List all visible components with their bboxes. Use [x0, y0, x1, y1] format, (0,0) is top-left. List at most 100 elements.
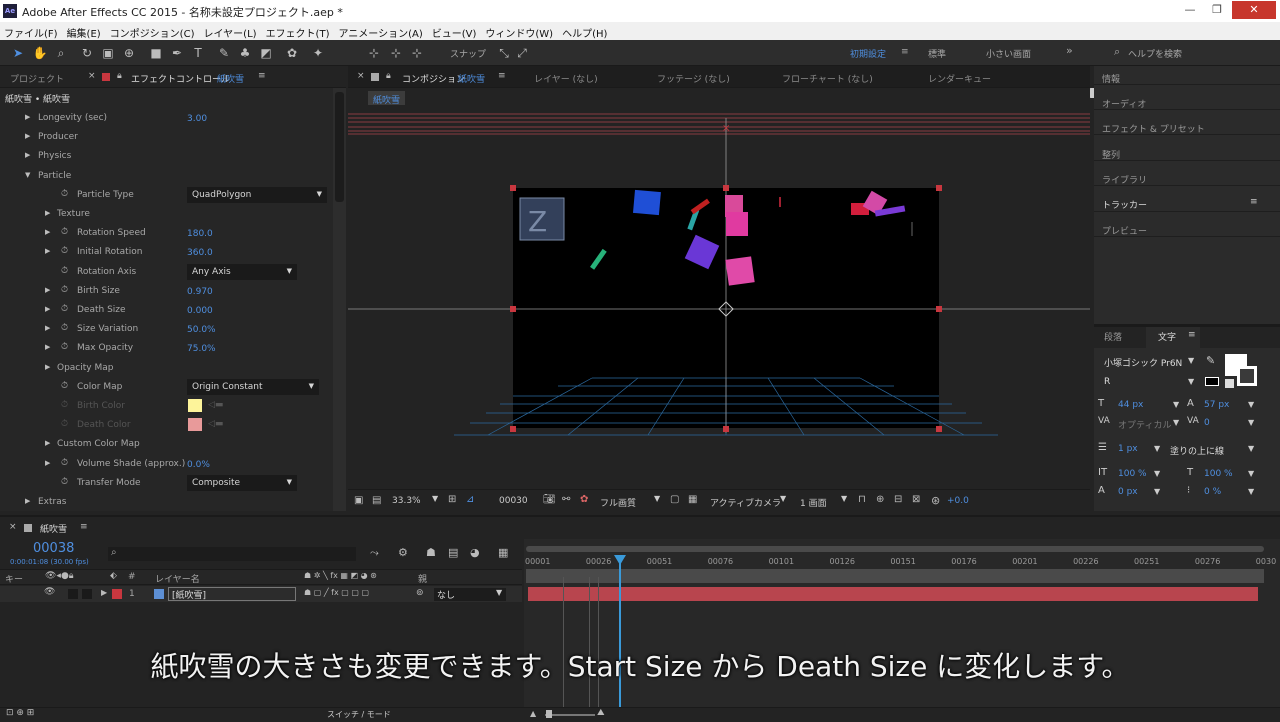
layer-name-field[interactable]: [紙吹雪]	[168, 587, 296, 601]
chevron-down-icon[interactable]: ▼	[1154, 469, 1160, 478]
current-time-display[interactable]: 00030	[499, 496, 528, 506]
text-tool-icon[interactable]: T	[190, 45, 206, 61]
effect-property-row[interactable]: ▶ ⏱ Birth Size 0.970	[0, 282, 332, 301]
chevron-down-icon[interactable]: ▼	[432, 494, 438, 503]
close-button[interactable]: ✕	[1232, 1, 1276, 19]
panel-menu-icon[interactable]: ≡	[1188, 330, 1196, 340]
work-area-bar[interactable]	[526, 569, 1264, 583]
zoom-in-icon[interactable]: ⛰	[597, 708, 605, 718]
expand-triangle-icon[interactable]: ▶	[45, 228, 50, 236]
chevron-down-icon[interactable]: ▼	[841, 494, 847, 503]
menu-animation[interactable]: アニメーション(A)	[334, 22, 427, 40]
stopwatch-icon[interactable]: ⏱	[61, 323, 68, 333]
chevron-down-icon[interactable]: ▼	[1248, 418, 1254, 427]
expand-triangle-icon[interactable]: ▶	[25, 151, 30, 159]
reset-exposure-icon[interactable]: ⊛	[931, 494, 940, 507]
snapshot-icon[interactable]: 📷︎	[543, 494, 556, 505]
effect-property-row[interactable]: ▼ Particle	[0, 167, 332, 186]
workspace-default[interactable]: 初期設定	[850, 47, 886, 60]
composition-viewer[interactable]: × Z	[348, 88, 1090, 488]
stroke-color-swatch[interactable]	[1237, 366, 1257, 386]
tab-flowchart[interactable]: フローチャート (なし)	[782, 72, 873, 85]
zoom-slider-thumb[interactable]	[546, 710, 552, 718]
expand-triangle-icon[interactable]: ▶	[45, 305, 50, 313]
panel-menu-icon[interactable]: ≡	[498, 71, 506, 81]
lock-icon[interactable]: 🔒︎	[386, 71, 391, 81]
stroke-width-value[interactable]: 1 px	[1118, 444, 1138, 454]
minimize-button[interactable]: —	[1177, 1, 1203, 19]
snap-edges-icon[interactable]: ⤡	[496, 45, 512, 61]
scrollbar-track[interactable]	[333, 88, 346, 511]
tab-paragraph[interactable]: 段落	[1104, 330, 1122, 343]
effect-property-value[interactable]: 180.0	[187, 229, 213, 239]
font-family-dropdown[interactable]: 小塚ゴシック Pr6N	[1104, 356, 1182, 369]
selection-tool-icon[interactable]: ➤	[10, 45, 26, 61]
hand-tool-icon[interactable]: ✋	[32, 45, 48, 61]
effect-property-row[interactable]: ⏱ Transfer Mode Composite ▼	[0, 474, 332, 493]
view-axis-icon[interactable]: ⊹	[409, 45, 425, 61]
workspace-menu-icon[interactable]: ≡	[901, 47, 909, 57]
draft-3d-icon[interactable]: ⚙	[398, 546, 408, 559]
shy-layers-icon[interactable]: ☗	[426, 546, 436, 559]
menu-view[interactable]: ビュー(V)	[428, 22, 482, 40]
chevron-down-icon[interactable]: ▼	[1248, 487, 1254, 496]
panel-menu-icon[interactable]: ≡	[1250, 197, 1258, 207]
chevron-down-icon[interactable]: ▼	[1154, 487, 1160, 496]
font-style-dropdown[interactable]: R	[1104, 377, 1110, 387]
stopwatch-icon[interactable]: ⏱	[61, 304, 68, 314]
menu-help[interactable]: ヘルプ(H)	[558, 22, 612, 40]
zoom-slider[interactable]	[545, 714, 595, 716]
effect-property-value[interactable]: 50.0%	[187, 325, 216, 335]
transparency-grid-icon[interactable]: ▦	[688, 494, 697, 505]
chevron-down-icon[interactable]: ▼	[496, 588, 502, 597]
channel-icon[interactable]: ✿	[580, 494, 588, 505]
color-swatch[interactable]	[188, 399, 202, 412]
tracking-value[interactable]: 0	[1204, 418, 1210, 428]
chevron-down-icon[interactable]: ▼	[1188, 356, 1194, 365]
region-of-interest-icon[interactable]: ▤	[372, 495, 381, 506]
layer-duration-bar[interactable]	[528, 587, 1258, 601]
tab-composition[interactable]: コンポジション	[402, 72, 465, 85]
pan-behind-tool-icon[interactable]: ⊕	[121, 45, 137, 61]
effect-property-row[interactable]: ▶ Extras	[0, 493, 332, 512]
camera-dropdown[interactable]: アクティブカメラ	[710, 496, 781, 509]
workspace-standard[interactable]: 標準	[928, 47, 946, 60]
chevron-down-icon[interactable]: ▼	[1248, 469, 1254, 478]
composition-mini-flowchart-icon[interactable]: ⤳	[370, 546, 379, 560]
menu-layer[interactable]: レイヤー(L)	[199, 22, 261, 40]
expand-triangle-icon[interactable]: ▶	[25, 497, 30, 505]
flowchart-icon[interactable]: ⊠	[912, 494, 920, 505]
time-ruler[interactable]: 00001 00026 00051 00076 00101 00126 00151 00176…	[524, 517, 1280, 577]
grid-toggle-icon[interactable]: ⊿	[466, 494, 474, 505]
footer-toggle-icons[interactable]: ⊡ ⊕ ⊞	[6, 708, 34, 718]
expand-triangle-icon[interactable]: ▶	[45, 324, 50, 332]
roto-brush-tool-icon[interactable]: ✿	[284, 45, 300, 61]
effect-property-value[interactable]: 0.0%	[187, 460, 210, 470]
font-size-value[interactable]: 44 px	[1118, 400, 1143, 410]
lock-toggle[interactable]	[82, 589, 92, 599]
graph-editor-icon[interactable]: ▦	[498, 546, 508, 559]
chevron-down-icon[interactable]: ▼	[1248, 444, 1254, 453]
leading-value[interactable]: 57 px	[1204, 400, 1229, 410]
eraser-tool-icon[interactable]: ◩	[258, 45, 274, 61]
effect-property-row[interactable]: ⏱ Rotation Axis Any Axis ▼	[0, 263, 332, 282]
chevron-down-icon[interactable]: ▼	[1248, 400, 1254, 409]
scrollbar-thumb[interactable]	[335, 92, 344, 202]
close-tab-icon[interactable]: ×	[357, 71, 365, 81]
effect-property-value[interactable]: 360.0	[187, 248, 213, 258]
tab-project[interactable]: プロジェクト	[10, 72, 64, 85]
effect-property-row[interactable]: ▶ ⏱ Rotation Speed 180.0	[0, 224, 332, 243]
effect-property-dropdown[interactable]: QuadPolygon ▼	[187, 186, 327, 203]
horizontal-scale-value[interactable]: 100 %	[1204, 469, 1233, 479]
effect-property-row[interactable]: ▶ Physics	[0, 147, 332, 166]
effect-property-row[interactable]: ⏱ Particle Type QuadPolygon ▼	[0, 186, 332, 205]
expand-triangle-icon[interactable]: ▶	[45, 459, 50, 467]
swap-colors-icon[interactable]	[1225, 379, 1234, 388]
eyedropper-icon[interactable]: ◁▬	[208, 400, 223, 410]
effect-property-dropdown[interactable]: Any Axis ▼	[187, 263, 297, 280]
effect-property-row[interactable]: ▶ ⏱ Size Variation 50.0%	[0, 320, 332, 339]
region-icon[interactable]: ▢	[670, 494, 679, 505]
stroke-mode-dropdown[interactable]: 塗りの上に線	[1170, 444, 1224, 457]
close-tab-icon[interactable]: ×	[88, 71, 96, 81]
workspace-small-screen[interactable]: 小さい画面	[986, 47, 1031, 60]
